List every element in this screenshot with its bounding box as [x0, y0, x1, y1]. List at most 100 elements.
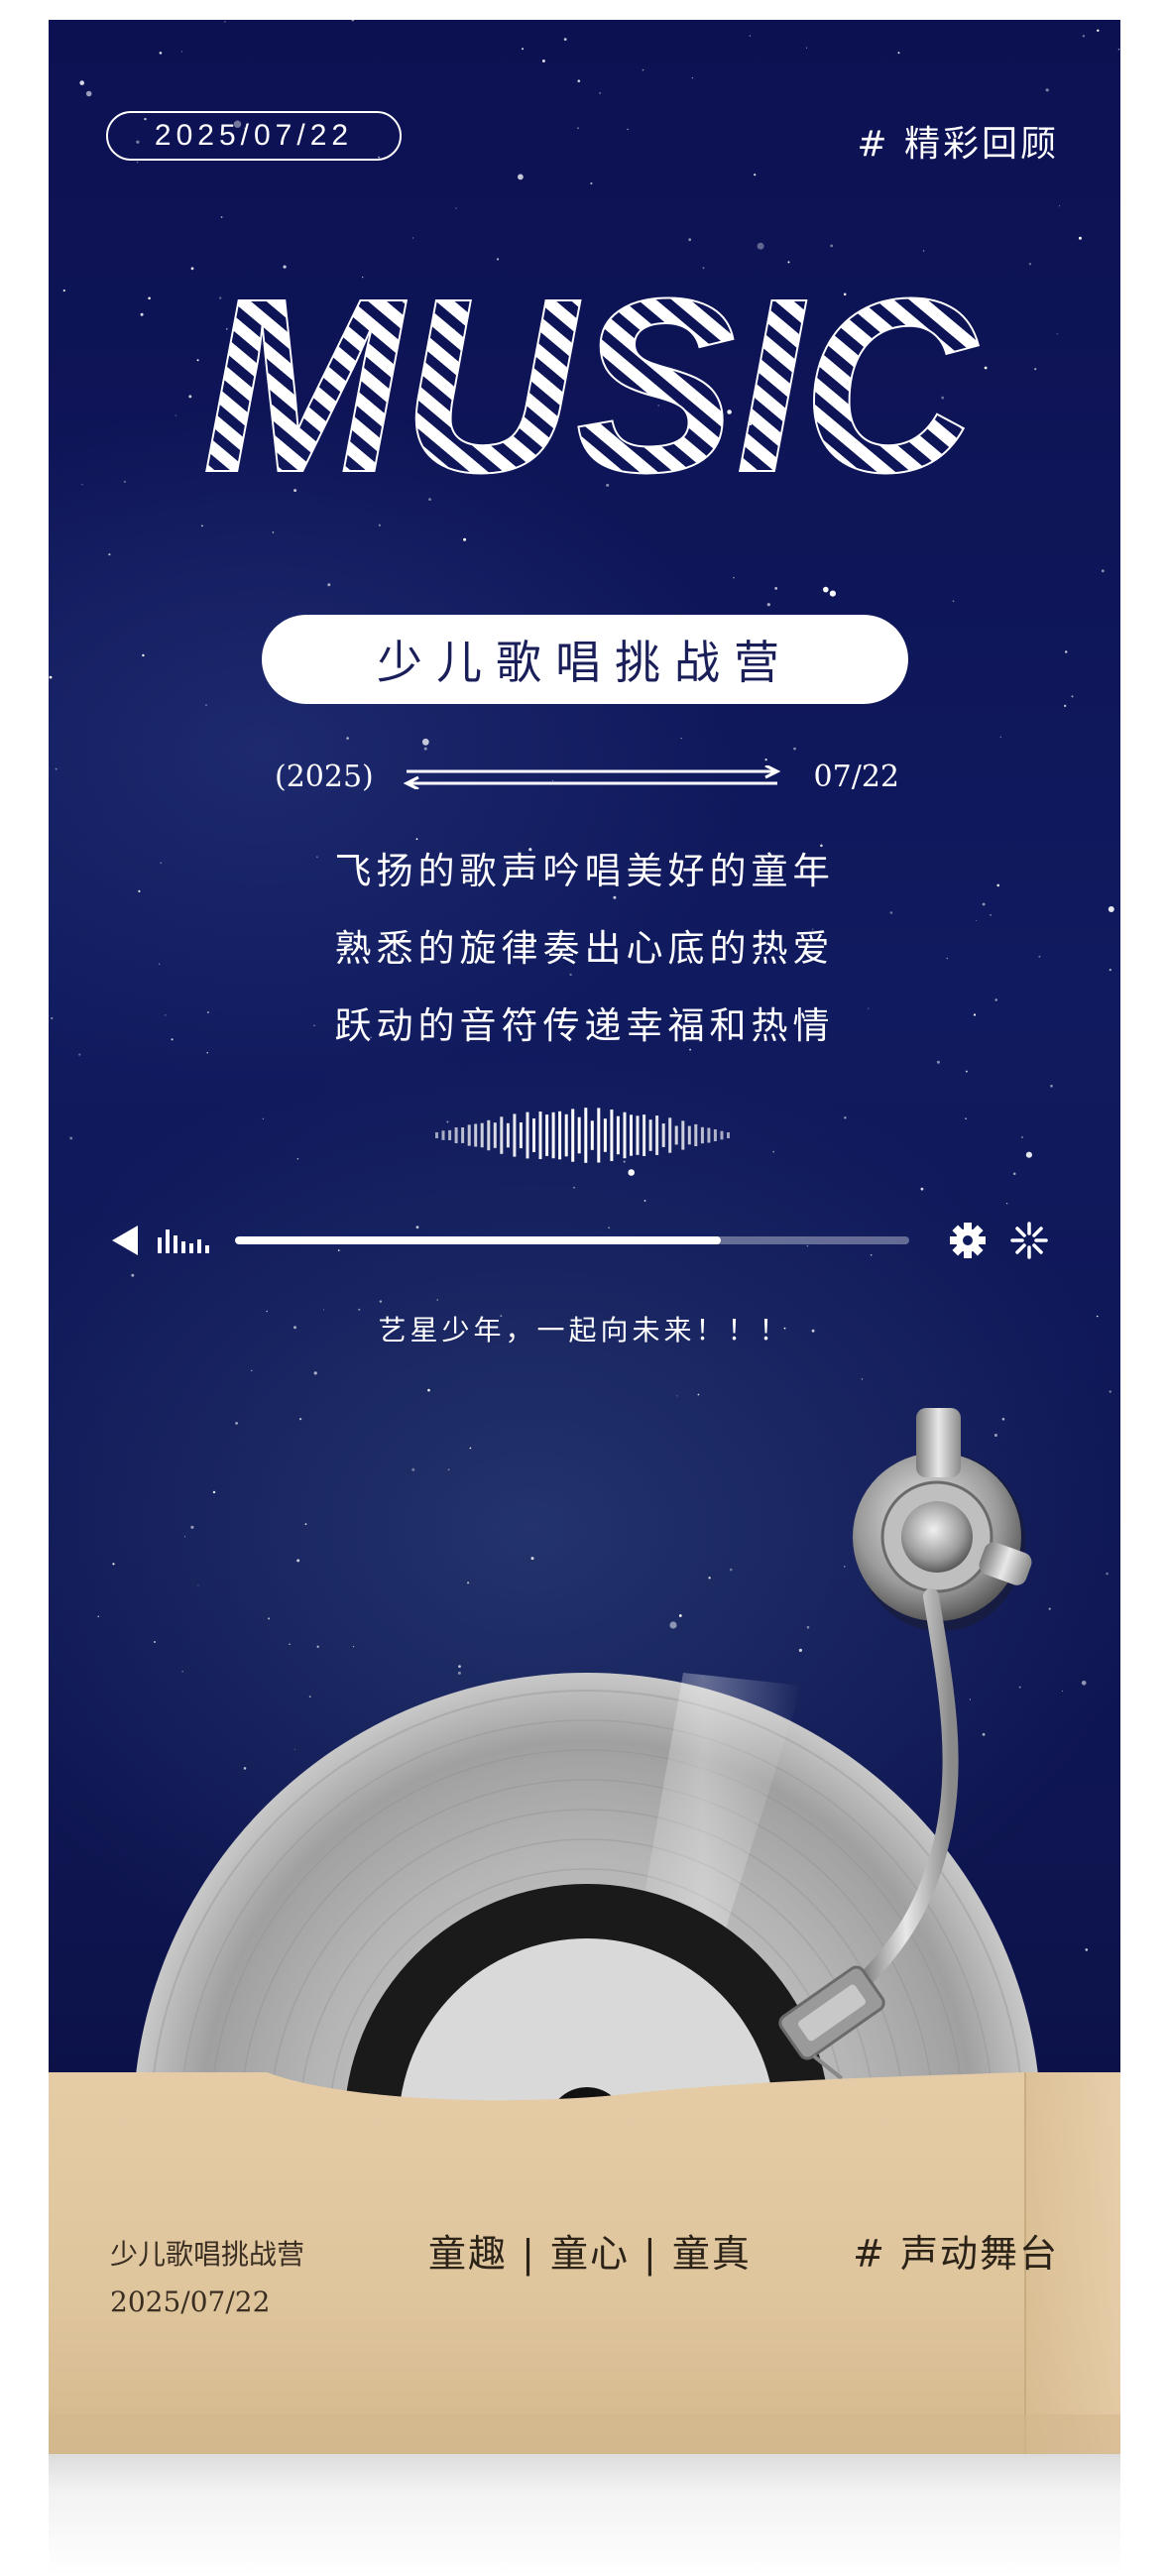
star — [999, 736, 1002, 739]
star — [774, 587, 778, 590]
wave-bar — [643, 1114, 646, 1156]
music-title: MUSIC — [201, 268, 980, 486]
wave-bar — [564, 1113, 568, 1157]
star — [293, 489, 297, 493]
wave-bar — [681, 1120, 685, 1150]
star — [49, 675, 53, 679]
music-player — [108, 1210, 1060, 1269]
wave-bar — [558, 1111, 562, 1160]
star — [1050, 1085, 1053, 1088]
star — [522, 48, 525, 51]
timeline: (2025) 07/22 — [275, 756, 899, 803]
star — [844, 1116, 847, 1119]
star — [920, 1187, 924, 1191]
star — [69, 1136, 73, 1140]
poem: 飞扬的歌声吟唱美好的童年 熟悉的旋律奏出心底的热爱 跃动的音符传递幸福和热情 — [49, 833, 1120, 1065]
star — [55, 767, 58, 770]
star — [81, 484, 83, 486]
wave-bar — [513, 1113, 517, 1157]
wave-bar — [603, 1118, 607, 1152]
star — [136, 161, 139, 164]
footer-name: 少儿歌唱挑战营 — [110, 2238, 305, 2271]
star — [428, 498, 431, 501]
star — [965, 1070, 968, 1073]
wave-bar — [700, 1126, 704, 1144]
wave-bar — [474, 1123, 478, 1147]
sound-wave-icon — [435, 1108, 730, 1163]
star — [577, 127, 579, 130]
wave-bar — [526, 1112, 529, 1159]
progress-fill — [235, 1236, 721, 1244]
star — [1078, 236, 1082, 240]
star — [188, 395, 192, 399]
wave-bar — [506, 1122, 510, 1148]
star — [628, 1169, 635, 1176]
poem-line: 跃动的音符传递幸福和热情 — [334, 1004, 835, 1047]
star — [1012, 1172, 1016, 1176]
wave-bar — [707, 1127, 711, 1143]
star — [272, 531, 275, 533]
star — [1021, 1136, 1023, 1138]
wave-bar — [630, 1114, 633, 1156]
star — [754, 174, 757, 176]
camp-title: 少儿歌唱挑战营 — [262, 615, 908, 704]
wave-bar — [435, 1132, 438, 1138]
star — [772, 1150, 774, 1153]
progress-bar[interactable] — [235, 1236, 909, 1244]
star — [351, 20, 355, 22]
star — [599, 92, 601, 94]
date-badge: 2025/07/22 — [106, 111, 402, 161]
star — [421, 738, 429, 746]
wave-bar — [467, 1124, 471, 1146]
wave-bar — [519, 1122, 523, 1149]
wave-bar — [687, 1125, 691, 1145]
wave-bar — [713, 1129, 717, 1141]
star — [805, 47, 808, 49]
footer-keywords: 童趣 | 童心 | 童真 — [428, 2232, 752, 2276]
star — [793, 747, 796, 751]
wave-bar — [648, 1119, 652, 1151]
star — [861, 1378, 864, 1380]
star — [85, 90, 92, 97]
star — [1058, 205, 1061, 207]
star — [563, 38, 567, 41]
star — [1028, 263, 1032, 266]
gear-icon[interactable] — [949, 1222, 987, 1259]
wave-bar — [538, 1112, 542, 1159]
loading-icon[interactable] — [1010, 1222, 1048, 1259]
star — [1034, 368, 1037, 371]
wave-bar — [694, 1123, 698, 1146]
star — [1071, 695, 1074, 698]
equalizer-icon[interactable] — [158, 1228, 211, 1253]
star — [79, 80, 84, 85]
star — [313, 1371, 317, 1375]
star — [1064, 704, 1067, 708]
wave-bar — [668, 1117, 672, 1153]
wave-bar — [623, 1112, 627, 1159]
wave-bar — [493, 1122, 497, 1148]
star — [220, 216, 223, 218]
star — [965, 1117, 967, 1119]
wave-bar — [610, 1110, 614, 1161]
star — [688, 238, 692, 242]
star — [1065, 650, 1068, 653]
star — [627, 128, 629, 131]
star — [140, 312, 144, 316]
star — [463, 537, 467, 541]
star — [496, 258, 500, 261]
star — [1097, 29, 1100, 32]
double-arrow-icon — [403, 765, 781, 789]
star — [142, 653, 145, 657]
wave-bar — [571, 1109, 575, 1162]
star — [757, 242, 764, 250]
wave-bar — [480, 1122, 484, 1148]
star — [823, 586, 829, 593]
star — [296, 1158, 299, 1160]
wave-bar — [500, 1116, 504, 1154]
star — [1045, 88, 1049, 92]
star — [411, 237, 414, 239]
play-back-icon[interactable] — [108, 1224, 142, 1257]
wave-bar — [636, 1115, 640, 1155]
star — [787, 261, 790, 264]
star — [131, 1273, 135, 1277]
